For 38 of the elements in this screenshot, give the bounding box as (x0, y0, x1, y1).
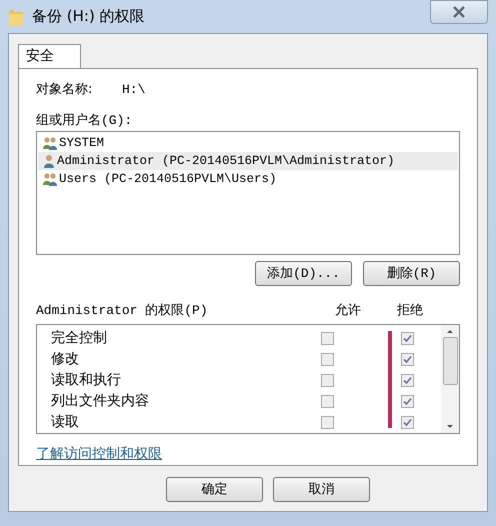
checkbox[interactable] (400, 395, 414, 408)
checkbox[interactable] (320, 395, 334, 408)
checkbox[interactable] (400, 374, 414, 388)
user-icon (42, 154, 56, 168)
close-button[interactable] (430, 0, 488, 24)
window-title: 备份 (H:) 的权限 (32, 6, 145, 28)
user-list-item[interactable]: SYSTEM (38, 134, 458, 152)
dialog-button[interactable]: 确定 (166, 477, 263, 502)
close-icon (452, 6, 466, 18)
group-button[interactable]: 添加(D)... (255, 261, 352, 286)
checkbox[interactable] (400, 332, 414, 346)
dialog-button[interactable]: 取消 (273, 477, 370, 502)
deny-header: 拒绝 (396, 302, 424, 320)
permission-name: 列出文件夹内容 (50, 392, 150, 412)
permission-name: 读取和执行 (50, 371, 122, 390)
users-icon (42, 136, 58, 150)
checkbox[interactable] (320, 353, 334, 366)
checkbox[interactable] (320, 374, 334, 388)
permission-name: 完全控制 (50, 329, 108, 348)
object-name-label: 对象名称: (36, 81, 94, 100)
group-button[interactable]: 删除(R) (363, 261, 460, 286)
checkbox[interactable] (400, 353, 414, 366)
allow-header: 允许 (334, 302, 362, 320)
users-icon (42, 172, 58, 186)
groups-label: 组或用户名(G): (36, 112, 134, 129)
user-list-item[interactable]: Administrator (PC-20140516PVLM\Administrator) (38, 152, 458, 170)
checkbox[interactable] (320, 416, 334, 430)
checkbox[interactable] (400, 416, 414, 430)
permission-name: 读取 (50, 413, 80, 432)
checkbox[interactable] (320, 332, 334, 346)
object-name-value: H:\ (122, 81, 146, 100)
folder-icon (8, 8, 24, 26)
tab[interactable]: 安全 (18, 44, 81, 68)
help-link[interactable]: 了解访问控制和权限 (36, 444, 162, 465)
permission-name: 修改 (50, 350, 80, 370)
scroll-thumb[interactable] (442, 337, 458, 386)
user-list-item[interactable]: Users (PC-20140516PVLM\Users) (38, 170, 458, 188)
permissions-label: Administrator 的权限(P) (36, 302, 209, 320)
